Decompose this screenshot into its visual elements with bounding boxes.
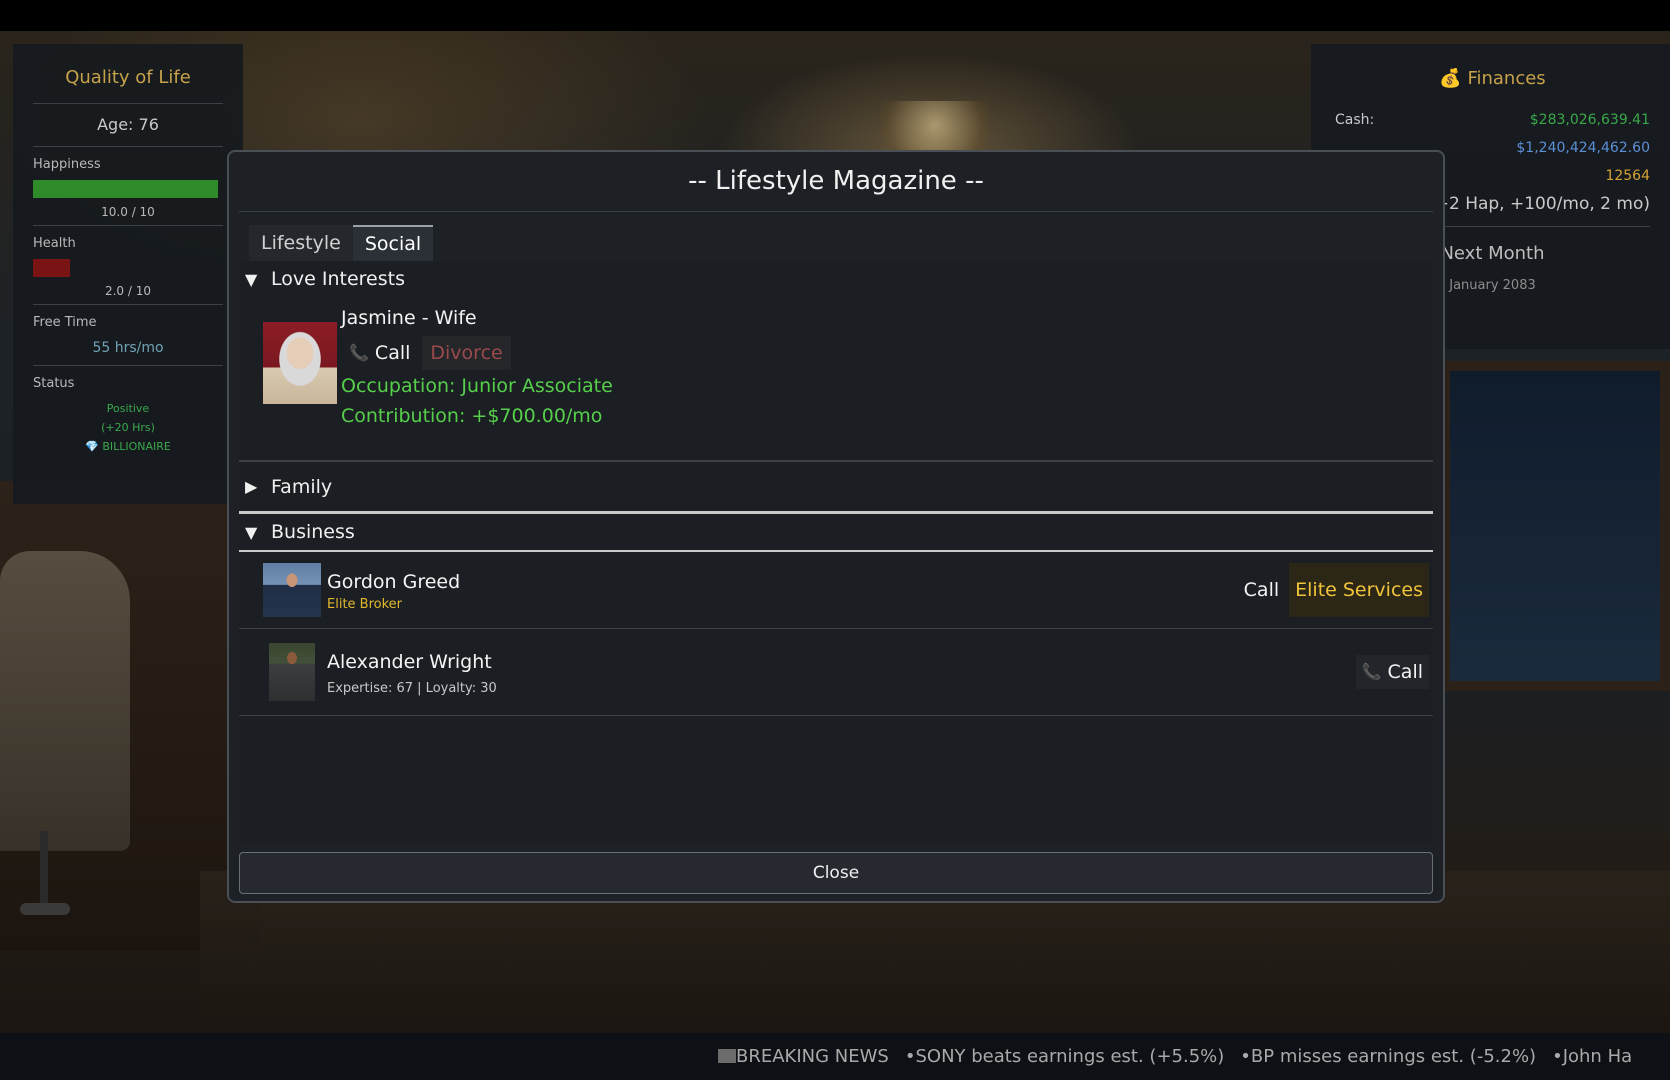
love-interest-name: Jasmine - Wife — [341, 307, 477, 329]
ticker-separator: • — [904, 1046, 916, 1067]
close-wrap: Close — [239, 852, 1433, 894]
love-interests-label: Love Interests — [271, 268, 405, 290]
count-value: 12564 — [1605, 168, 1650, 184]
call-button[interactable]: 📞 Call — [1355, 655, 1429, 689]
contact-subtitle: Elite Broker — [327, 596, 403, 612]
happiness-bar — [33, 180, 218, 198]
window-image — [1440, 361, 1670, 691]
qol-title: Quality of Life — [33, 67, 223, 104]
call-button[interactable]: Call — [1238, 573, 1285, 607]
cash-row: Cash: $283,026,639.41 — [1335, 106, 1650, 134]
quality-of-life-panel: Quality of Life Age: 76 Happiness 10.0 /… — [13, 44, 243, 504]
status-positive: Positive — [106, 402, 150, 415]
coat-image — [0, 551, 130, 851]
family-header[interactable]: ▶ Family — [239, 469, 332, 505]
ticker-item: SONY beats earnings est. (+5.5%) — [915, 1046, 1225, 1067]
dialog-title: -- Lifestyle Magazine -- — [239, 152, 1433, 212]
divorce-button[interactable]: Divorce — [422, 336, 511, 370]
business-contact-row: Gordon Greed Elite Broker Call Elite Ser… — [239, 552, 1433, 629]
happiness-bar-fill — [33, 180, 218, 198]
triangle-down-icon: ▼ — [245, 522, 258, 542]
lifestyle-magazine-dialog: -- Lifestyle Magazine -- Lifestyle Socia… — [227, 150, 1445, 903]
health-value: 2.0 / 10 — [33, 284, 223, 305]
contact-info: Alexander Wright Expertise: 67 | Loyalty… — [327, 649, 497, 696]
triangle-right-icon: ▶ — [245, 477, 258, 496]
gordon-portrait — [263, 563, 321, 617]
top-bar — [0, 0, 1670, 31]
free-time-label: Free Time — [33, 315, 97, 330]
tab-social[interactable]: Social — [352, 225, 434, 261]
free-time-value: 55 hrs/mo — [33, 340, 223, 366]
love-interests-header[interactable]: ▼ Love Interests — [239, 261, 1433, 297]
ticker-separator: • — [1240, 1046, 1251, 1067]
ticker-item: BP misses earnings est. (-5.2%) — [1250, 1046, 1537, 1067]
coat-stand-base-image — [20, 903, 70, 915]
health-label: Health — [33, 236, 76, 251]
status-bonus: (+20 Hrs) — [101, 421, 155, 434]
contact-info: Gordon Greed Elite Broker — [327, 569, 460, 612]
net-worth-value: $1,240,424,462.60 — [1516, 140, 1650, 156]
contact-actions: Call Elite Services — [1238, 552, 1429, 628]
contact-name: Alexander Wright — [327, 650, 492, 673]
contact-stats: Expertise: 67 | Loyalty: 30 — [327, 680, 497, 696]
occupation-text: Occupation: Junior Associate — [341, 375, 613, 397]
contact-name: Gordon Greed — [327, 570, 461, 593]
newspaper-icon — [718, 1049, 736, 1063]
status-label: Status — [33, 376, 75, 391]
cash-value: $283,026,639.41 — [1529, 112, 1650, 128]
love-interest-card: Jasmine - Wife 📞 Call Divorce Occupation… — [239, 297, 1433, 462]
call-label: Call — [374, 342, 411, 364]
coat-stand-image — [40, 831, 48, 911]
ticker-label: BREAKING NEWS — [736, 1046, 889, 1067]
ticker-content: BREAKING NEWS •SONY beats earnings est. (… — [718, 1033, 1632, 1080]
business-contact-row: Alexander Wright Expertise: 67 | Loyalty… — [239, 629, 1433, 716]
happiness-label: Happiness — [33, 157, 101, 172]
contribution-text: Contribution: +$700.00/mo — [341, 405, 603, 427]
social-tab-content: ▼ Love Interests Jasmine - Wife 📞 Call D… — [239, 261, 1433, 843]
business-header[interactable]: ▼ Business — [239, 514, 1433, 552]
elite-services-button[interactable]: Elite Services — [1289, 563, 1429, 617]
ticker-item: John Ha — [1562, 1046, 1633, 1067]
alexander-portrait — [269, 643, 315, 701]
triangle-down-icon: ▼ — [245, 269, 258, 289]
tab-bar: Lifestyle Social — [249, 225, 1433, 261]
health-bar — [33, 259, 218, 277]
happiness-value: 10.0 / 10 — [33, 205, 223, 226]
jasmine-portrait — [263, 322, 337, 404]
health-bar-fill — [33, 259, 70, 277]
love-interest-info: Jasmine - Wife 📞 Call Divorce Occupation… — [341, 305, 613, 460]
ticker-separator: • — [1552, 1046, 1563, 1067]
phone-icon: 📞 — [1361, 662, 1382, 681]
call-button[interactable]: 📞 Call — [343, 336, 416, 370]
tab-lifestyle[interactable]: Lifestyle — [249, 225, 353, 261]
cash-label: Cash: — [1335, 112, 1375, 128]
status-billionaire-badge: 💎 BILLIONAIRE — [85, 440, 171, 453]
phone-icon: 📞 — [349, 343, 369, 362]
close-button[interactable]: Close — [239, 852, 1433, 894]
family-label: Family — [271, 475, 333, 498]
business-label: Business — [271, 521, 355, 543]
age-display: Age: 76 — [33, 104, 223, 147]
news-ticker: BREAKING NEWS •SONY beats earnings est. (… — [0, 1033, 1670, 1080]
love-interest-actions: 📞 Call Divorce — [343, 335, 613, 371]
contact-actions: 📞 Call — [1355, 629, 1429, 715]
call-label: Call — [1387, 661, 1423, 683]
family-section: ▶ Family — [239, 462, 1433, 514]
finances-title: 💰 Finances — [1439, 68, 1546, 89]
